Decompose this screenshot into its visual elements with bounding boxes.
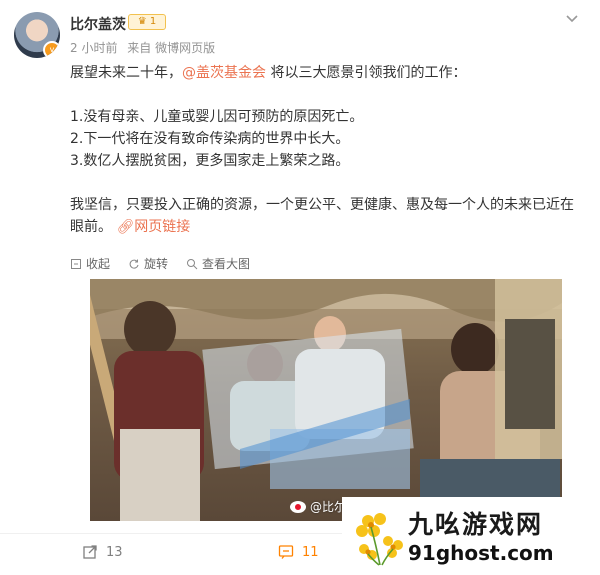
collapse-icon (71, 258, 81, 269)
view-large-button[interactable]: 查看大图 (186, 255, 250, 272)
vision-item-1: 1.没有母亲、儿童或婴儿因可预防的原因死亡。 (70, 109, 364, 125)
intro-text: 展望未来二十年， (70, 65, 182, 81)
vision-item-2: 2.下一代将在没有致命传染病的世界中长大。 (70, 131, 350, 147)
site-logo: 九吆游戏网 91ghost.com (342, 497, 600, 575)
user-name[interactable]: 比尔盖茨 (70, 14, 126, 34)
member-badge[interactable]: ♛ 1 (128, 14, 166, 30)
mention-link[interactable]: @盖茨基金会 (182, 65, 266, 81)
link-icon: 🔗︎ (116, 219, 135, 235)
avatar[interactable]: v (14, 12, 60, 58)
repost-button[interactable]: 13 (82, 544, 123, 560)
rotate-label: 旋转 (144, 257, 169, 271)
member-level: 1 (149, 16, 157, 27)
vision-item-3: 3.数亿人摆脱贫困，更多国家走上繁荣之路。 (70, 153, 350, 169)
collapse-label: 收起 (86, 257, 111, 271)
repost-icon (83, 545, 97, 559)
post-photo[interactable] (90, 279, 562, 521)
weibo-eye-icon (290, 500, 306, 513)
flower-logo-icon (356, 513, 403, 566)
web-link-label: 网页链接 (134, 219, 191, 235)
comment-button[interactable]: 11 (278, 544, 319, 560)
collapse-button[interactable]: 收起 (70, 255, 110, 272)
post-source: 来自 微博网页版 (127, 41, 216, 55)
post-meta: 2 小时前 来自 微博网页版 (70, 39, 221, 56)
image-watermark: @比尔 (290, 498, 346, 515)
web-link[interactable]: 🔗︎网页链接 (116, 219, 190, 235)
image-actions: 收起 旋转 查看大图 (70, 255, 250, 272)
verified-badge-icon: v (43, 41, 60, 58)
intro-text-tail: 将以三大愿景引领我们的工作： (266, 65, 467, 81)
watermark-text: @比尔 (310, 500, 347, 514)
crown-icon: ♛ (137, 16, 147, 27)
view-large-label: 查看大图 (202, 257, 251, 271)
photo-illustration (90, 279, 562, 521)
post-content: 展望未来二十年，@盖茨基金会 将以三大愿景引领我们的工作： 1.没有母亲、儿童或… (70, 62, 585, 238)
site-name: 九吆游戏网 (408, 510, 544, 539)
comment-icon (278, 545, 294, 559)
closing-paragraph: 我坚信，只要投入正确的资源，一个更公平、更健康、惠及每一个人的未来已近在眼前。 … (70, 194, 585, 238)
view-large-icon (187, 258, 198, 269)
post-intro: 展望未来二十年，@盖茨基金会 将以三大愿景引领我们的工作： (70, 62, 585, 84)
rotate-icon (129, 259, 139, 269)
comment-count: 11 (302, 544, 319, 560)
repost-count: 13 (106, 544, 123, 560)
site-url: 91ghost.com (408, 541, 554, 565)
post-time[interactable]: 2 小时前 (70, 41, 117, 55)
rotate-button[interactable]: 旋转 (128, 255, 168, 272)
chevron-down-icon[interactable] (564, 10, 580, 26)
